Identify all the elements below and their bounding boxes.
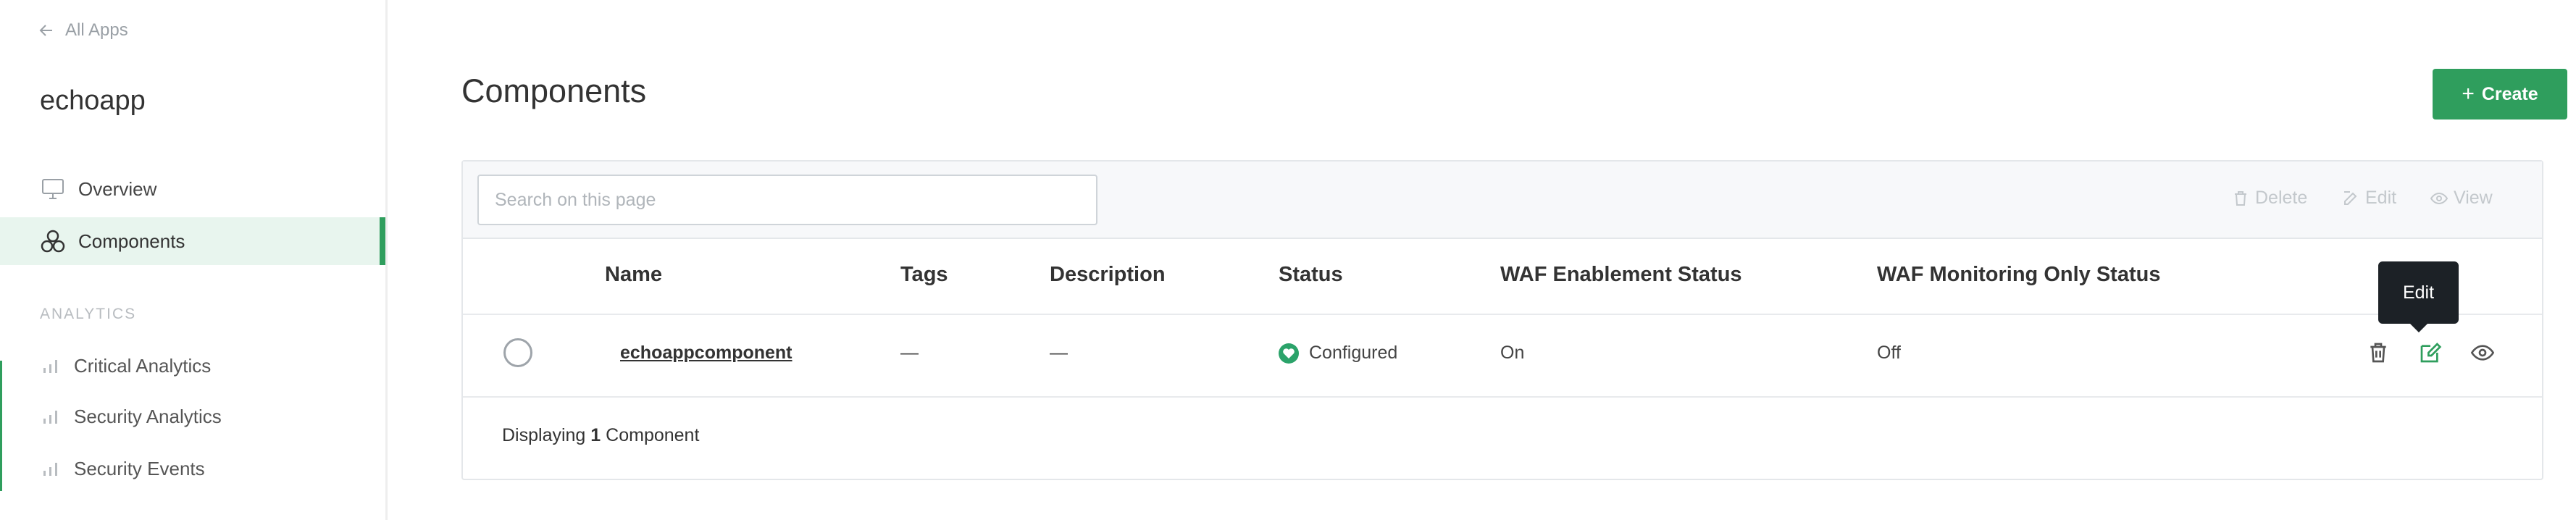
table-cell-status: Configured	[1279, 343, 1397, 364]
nav-item-label: Components	[78, 230, 185, 252]
column-header-name[interactable]: Name	[605, 263, 662, 287]
toolbar-edit-button[interactable]: Edit	[2342, 188, 2396, 209]
page-title: Components	[461, 72, 647, 109]
toolbar-edit-label: Edit	[2365, 188, 2397, 208]
row-delete-icon[interactable]	[2367, 341, 2390, 364]
footer-count: 1	[590, 425, 601, 445]
monitor-icon	[40, 176, 66, 202]
all-apps-link[interactable]: All Apps	[38, 20, 128, 41]
edit-icon	[2344, 190, 2357, 205]
all-apps-label: All Apps	[65, 20, 128, 40]
nav-item-security-events[interactable]: Security Events	[0, 447, 385, 490]
nav-item-label: Critical Analytics	[74, 354, 212, 377]
eye-icon	[2430, 192, 2448, 204]
row-edit-icon[interactable]	[2419, 341, 2442, 364]
row-divider	[463, 314, 2542, 315]
status-label: Configured	[1309, 343, 1398, 363]
column-header-waf-enablement[interactable]: WAF Enablement Status	[1500, 263, 1742, 287]
row-select-radio[interactable]	[503, 338, 532, 367]
nav-item-label: Overview	[78, 177, 157, 200]
table-cell-waf-monitoring: Off	[1877, 343, 1901, 363]
bar-chart-icon	[43, 463, 57, 476]
footer-suffix: Component	[606, 425, 700, 445]
bar-chart-icon	[43, 360, 57, 373]
create-button-label: Create	[2481, 83, 2538, 104]
bar-chart-icon	[43, 411, 57, 424]
components-icon	[40, 228, 66, 254]
table-cell-description: —	[1050, 343, 1068, 363]
column-header-waf-monitoring[interactable]: WAF Monitoring Only Status	[1877, 263, 2160, 287]
toolbar-delete-button[interactable]: Delete	[2232, 188, 2307, 209]
app-name: echoapp	[40, 85, 146, 116]
trash-icon	[2235, 190, 2246, 206]
row-divider	[463, 396, 2542, 398]
sidebar: All Apps echoapp Overview Components ANA…	[0, 0, 388, 520]
nav-item-label: Security Events	[74, 457, 205, 479]
component-name-link[interactable]: echoappcomponent	[620, 343, 793, 363]
table-footer: Displaying 1 Component	[502, 425, 699, 446]
analytics-section-label: ANALYTICS	[40, 306, 137, 322]
toolbar-view-label: View	[2454, 188, 2493, 208]
nav-item-label: Security Analytics	[74, 405, 222, 427]
column-header-description[interactable]: Description	[1050, 263, 1166, 287]
table-cell-waf-enablement: On	[1500, 343, 1525, 363]
table-cell-name: echoappcomponent	[620, 343, 793, 364]
heart-status-icon	[1279, 343, 1299, 364]
nav-item-components[interactable]: Components	[0, 217, 385, 265]
edit-tooltip: Edit	[2378, 261, 2459, 332]
toolbar-delete-label: Delete	[2255, 188, 2308, 208]
create-button[interactable]: + Create	[2433, 69, 2567, 119]
toolbar-view-button[interactable]: View	[2430, 188, 2493, 209]
table-cell-tags: —	[900, 343, 919, 363]
footer-prefix: Displaying	[502, 425, 586, 445]
nav-item-security-analytics[interactable]: Security Analytics	[0, 395, 385, 438]
components-table-card: Delete Edit View Name Tags Description S…	[461, 160, 2543, 480]
search-input[interactable]	[477, 175, 1097, 225]
column-header-status[interactable]: Status	[1279, 263, 1343, 287]
row-view-icon[interactable]	[2471, 341, 2494, 364]
nav-item-critical-analytics[interactable]: Critical Analytics	[0, 344, 385, 387]
plus-icon: +	[2462, 82, 2475, 106]
nav-item-overview[interactable]: Overview	[0, 165, 385, 213]
table-toolbar: Delete Edit View	[463, 162, 2542, 239]
arrow-left-icon	[39, 25, 52, 36]
column-header-tags[interactable]: Tags	[900, 263, 948, 287]
